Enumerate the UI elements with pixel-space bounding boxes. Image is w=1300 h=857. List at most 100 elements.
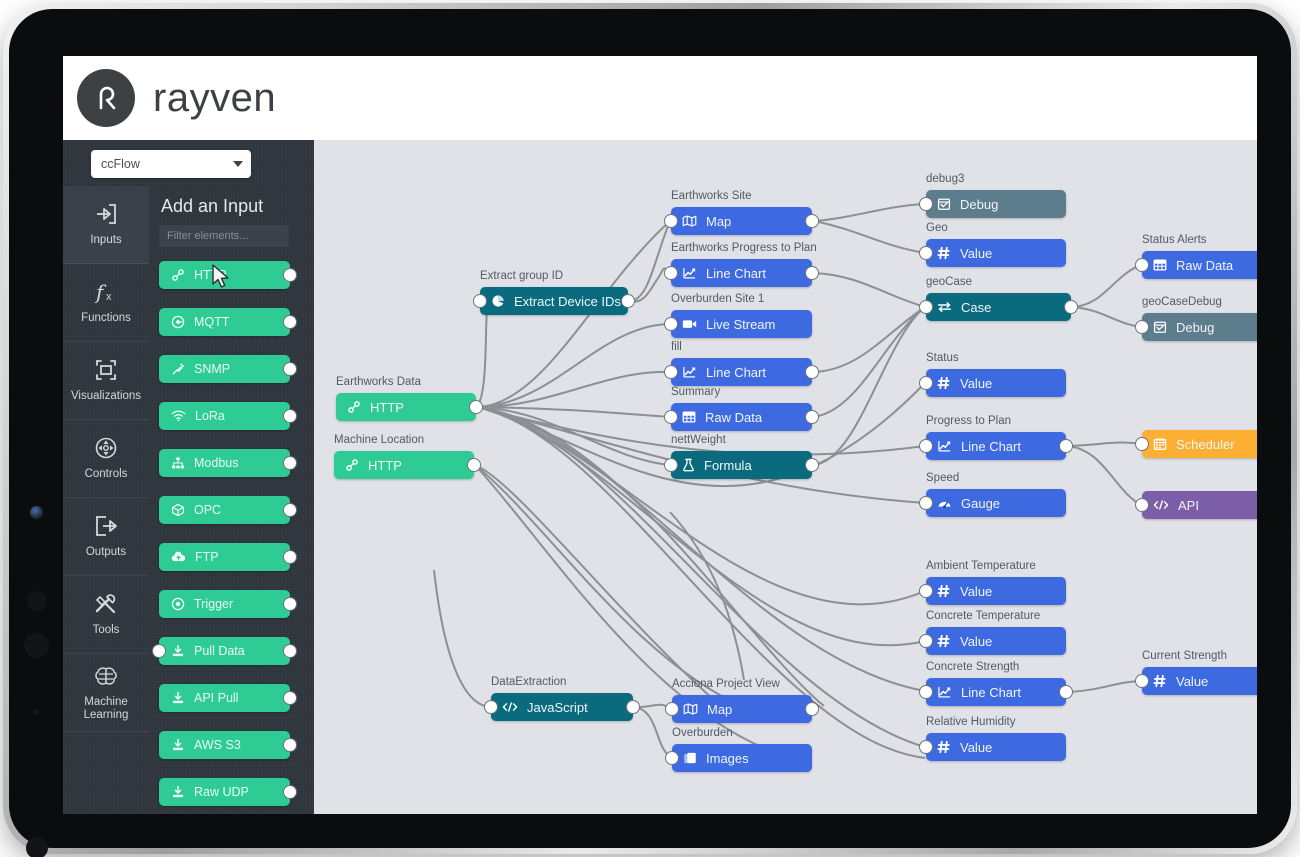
flow-node-live-stream[interactable]: Live Stream — [664, 310, 812, 338]
flow-node-value[interactable]: Value — [919, 627, 1066, 655]
element-port-right[interactable] — [283, 550, 297, 564]
element-lora[interactable]: LoRa — [159, 402, 297, 430]
flow-node-port-input[interactable] — [919, 496, 933, 510]
flow-node-debug[interactable]: Debug — [1135, 313, 1257, 341]
flow-node-extract-device-ids[interactable]: Extract Device IDs — [473, 287, 635, 315]
flow-node-port-input[interactable] — [664, 365, 678, 379]
flow-node-port-output[interactable] — [805, 458, 819, 472]
flow-node-port-output[interactable] — [805, 266, 819, 280]
flow-node-port-input[interactable] — [664, 317, 678, 331]
flow-node-port-input[interactable] — [1135, 674, 1149, 688]
element-port-right[interactable] — [283, 691, 297, 705]
filter-elements-input[interactable]: Filter elements... — [159, 225, 289, 247]
element-api-pull[interactable]: API Pull — [159, 684, 297, 712]
flow-node-line-chart[interactable]: Line Chart — [919, 432, 1073, 460]
home-button[interactable] — [26, 837, 48, 857]
flow-node-port-input[interactable] — [919, 685, 933, 699]
sidebar-item-functions[interactable]: f x Functions — [63, 264, 149, 342]
flow-node-raw-data[interactable]: Raw Data — [664, 403, 819, 431]
flow-node-port-input[interactable] — [484, 700, 498, 714]
flow-node-port-input[interactable] — [919, 376, 933, 390]
element-mqtt[interactable]: MQTT — [159, 308, 297, 336]
flow-canvas[interactable]: Earthworks Data HTTP Machine Location HTTP E… — [314, 140, 1257, 814]
flow-node-value[interactable]: Value — [919, 239, 1066, 267]
element-opc[interactable]: OPC — [159, 496, 297, 524]
flow-node-port-input[interactable] — [919, 439, 933, 453]
element-port-right[interactable] — [283, 644, 297, 658]
flow-node-port-input[interactable] — [665, 751, 679, 765]
sidebar-item-inputs[interactable]: Inputs — [63, 186, 149, 264]
flow-node-http[interactable]: HTTP — [336, 393, 483, 421]
flow-node-scheduler[interactable]: Scheduler — [1135, 430, 1257, 458]
flow-node-value[interactable]: Value — [919, 733, 1066, 761]
flow-node-port-input[interactable] — [919, 740, 933, 754]
flow-node-port-output[interactable] — [467, 458, 481, 472]
element-port-left[interactable] — [152, 644, 166, 658]
flow-node-formula[interactable]: Formula — [664, 451, 819, 479]
flow-node-line-chart[interactable]: Line Chart — [919, 678, 1073, 706]
element-port-right[interactable] — [283, 738, 297, 752]
flow-node-value[interactable]: Value — [919, 369, 1066, 397]
flow-node-raw-data[interactable]: Raw Data — [1135, 251, 1257, 279]
element-port-right[interactable] — [283, 362, 297, 376]
sidebar-item-controls[interactable]: Controls — [63, 420, 149, 498]
element-aws-s3[interactable]: AWS S3 — [159, 731, 297, 759]
element-port-right[interactable] — [283, 409, 297, 423]
flow-node-port-input[interactable] — [919, 246, 933, 260]
sidebar-item-tools[interactable]: Tools — [63, 576, 149, 654]
element-port-right[interactable] — [283, 785, 297, 799]
flow-node-gauge[interactable]: Gauge — [919, 489, 1066, 517]
flow-node-debug[interactable]: Debug — [919, 190, 1066, 218]
flow-node-port-output[interactable] — [621, 294, 635, 308]
flow-select[interactable]: ccFlow — [91, 150, 251, 178]
flow-node-port-input[interactable] — [1135, 437, 1149, 451]
flow-node-port-input[interactable] — [1135, 258, 1149, 272]
flow-node-value[interactable]: Value — [919, 577, 1066, 605]
flow-node-map[interactable]: Map — [664, 207, 819, 235]
flow-node-map[interactable]: Map — [665, 695, 819, 723]
flow-node-port-input[interactable] — [1135, 320, 1149, 334]
flow-node-case[interactable]: Case — [919, 293, 1078, 321]
flow-node-port-input[interactable] — [665, 702, 679, 716]
element-ftp[interactable]: FTP — [159, 543, 297, 571]
flow-node-port-output[interactable] — [805, 410, 819, 424]
flow-node-line-chart[interactable]: Line Chart — [664, 358, 819, 386]
element-pull-data[interactable]: Pull Data — [152, 637, 297, 665]
element-modbus[interactable]: Modbus — [159, 449, 297, 477]
flow-node-port-input[interactable] — [664, 410, 678, 424]
flow-node-port-output[interactable] — [1059, 685, 1073, 699]
flow-node-line-chart[interactable]: Line Chart — [664, 259, 819, 287]
flow-node-port-input[interactable] — [919, 300, 933, 314]
flow-node-port-input[interactable] — [919, 634, 933, 648]
sidebar-item-visualizations[interactable]: Visualizations — [63, 342, 149, 420]
flow-node-port-output[interactable] — [469, 400, 483, 414]
flow-node-api[interactable]: API — [1135, 491, 1257, 519]
flow-node-port-output[interactable] — [805, 365, 819, 379]
flow-node-port-input[interactable] — [1135, 498, 1149, 512]
flow-node-javascript[interactable]: JavaScript — [484, 693, 640, 721]
flow-node-port-output[interactable] — [805, 702, 819, 716]
flow-node-port-input[interactable] — [664, 214, 678, 228]
element-port-right[interactable] — [283, 597, 297, 611]
element-raw-udp[interactable]: Raw UDP — [159, 778, 297, 806]
flow-node-port-output[interactable] — [1064, 300, 1078, 314]
flow-node-port-input[interactable] — [919, 197, 933, 211]
element-snmp[interactable]: SNMP — [159, 355, 297, 383]
element-port-right[interactable] — [283, 503, 297, 517]
flow-node-port-output[interactable] — [805, 214, 819, 228]
flow-node-port-output[interactable] — [1059, 439, 1073, 453]
flow-node-value[interactable]: Value — [1135, 667, 1257, 695]
flow-node-port-input[interactable] — [473, 294, 487, 308]
flow-node-port-input[interactable] — [664, 458, 678, 472]
flow-node-port-input[interactable] — [919, 584, 933, 598]
sidebar-item-machine-learning[interactable]: Machine Learning — [63, 654, 149, 732]
flow-node-images[interactable]: Images — [665, 744, 812, 772]
element-port-right[interactable] — [283, 268, 297, 282]
sidebar-item-outputs[interactable]: Outputs — [63, 498, 149, 576]
flow-node-port-input[interactable] — [664, 266, 678, 280]
element-port-right[interactable] — [283, 315, 297, 329]
element-port-right[interactable] — [283, 456, 297, 470]
element-trigger[interactable]: Trigger — [159, 590, 297, 618]
flow-node-http[interactable]: HTTP — [334, 451, 481, 479]
flow-node-port-output[interactable] — [626, 700, 640, 714]
